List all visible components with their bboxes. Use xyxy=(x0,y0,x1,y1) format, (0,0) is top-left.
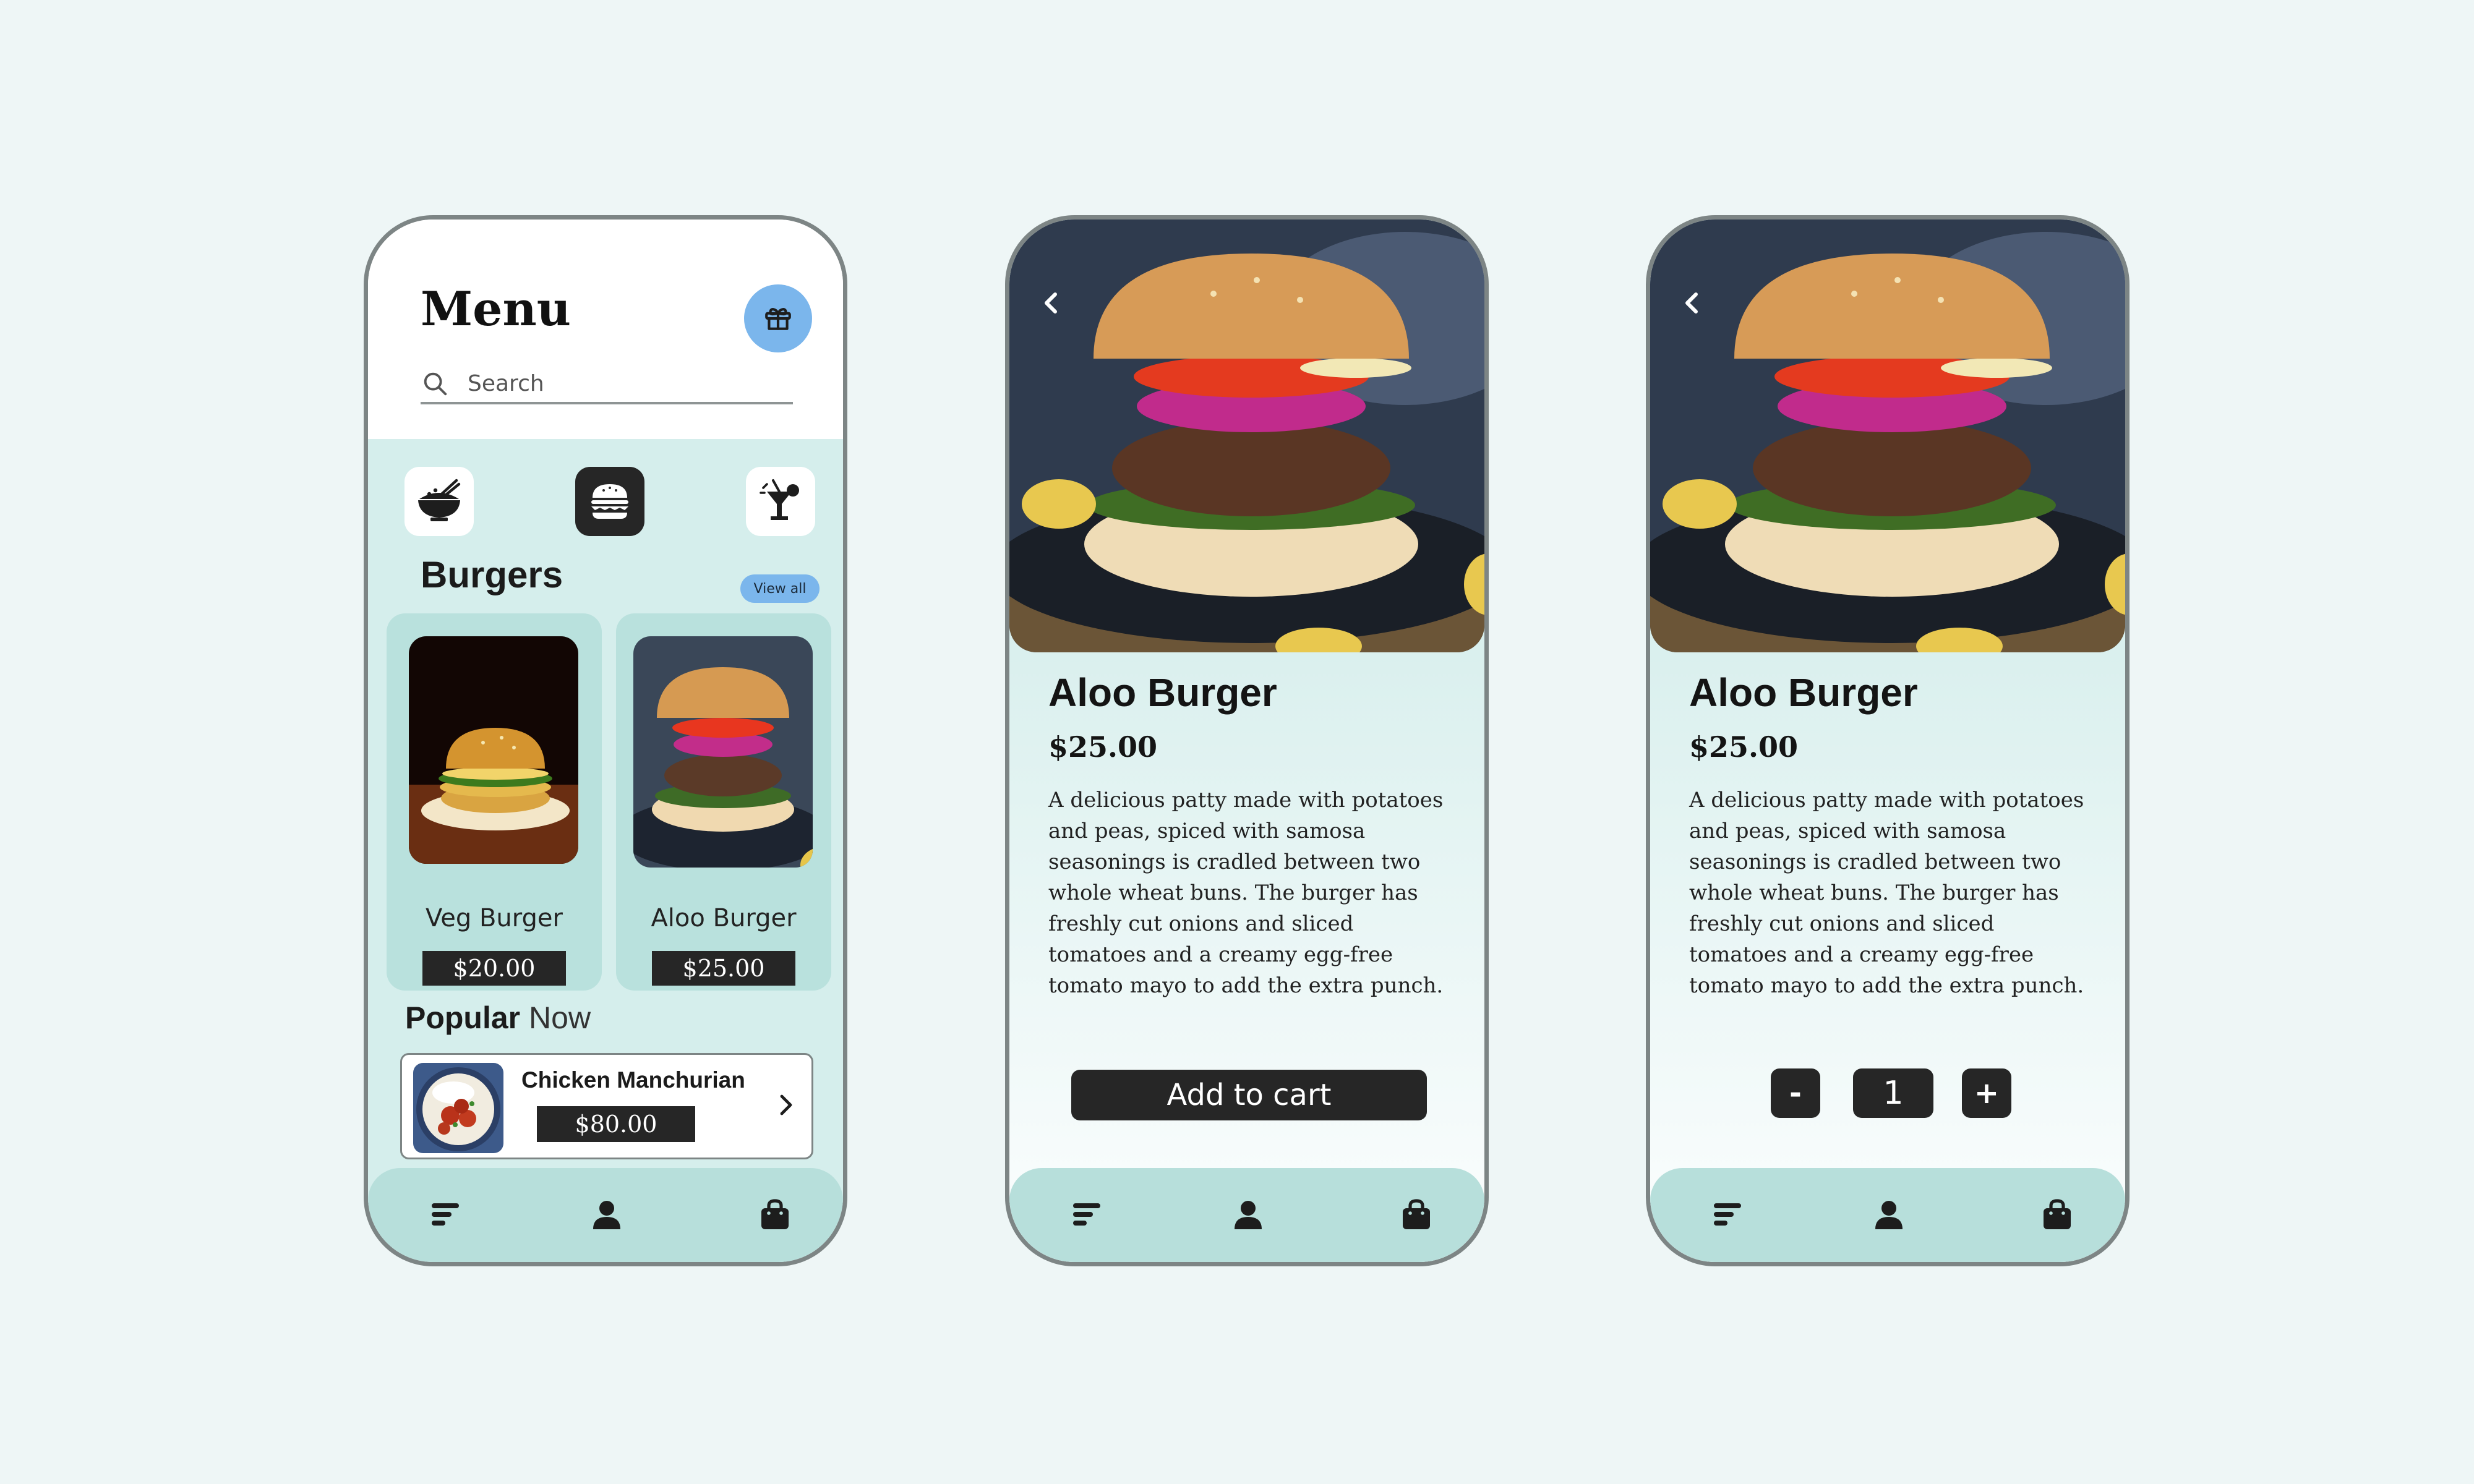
chicken-manchurian-image xyxy=(413,1063,503,1153)
view-all-button[interactable]: View all xyxy=(740,574,820,603)
product-name: Aloo Burger xyxy=(651,904,797,932)
gift-icon xyxy=(765,308,791,330)
page-title: Menu xyxy=(421,281,571,336)
menu-header: Menu xyxy=(368,220,843,439)
bottom-nav xyxy=(1650,1168,2125,1262)
bottom-nav xyxy=(1009,1168,1484,1262)
chevron-right-icon[interactable] xyxy=(773,1090,798,1120)
quantity-increase-button[interactable]: + xyxy=(1962,1068,2011,1118)
search-bar xyxy=(421,365,793,404)
nav-profile-button[interactable] xyxy=(1867,1193,1911,1236)
bottom-nav xyxy=(368,1168,843,1262)
product-detail-screen: Aloo Burger $25.00 A delicious patty mad… xyxy=(1005,215,1489,1266)
nav-menu-button[interactable] xyxy=(1707,1193,1750,1236)
nav-bag-button[interactable] xyxy=(753,1193,797,1236)
back-button[interactable] xyxy=(1027,278,1076,328)
veg-burger-image xyxy=(409,636,578,864)
rice-bowl-icon xyxy=(418,479,461,521)
nav-bag-button[interactable] xyxy=(1395,1193,1438,1236)
nav-profile-button[interactable] xyxy=(585,1193,628,1236)
profile-icon xyxy=(1875,1201,1903,1229)
drink-icon xyxy=(760,479,799,520)
product-price: $25.00 xyxy=(1689,730,1799,764)
shopping-bag-icon xyxy=(761,1199,789,1229)
product-title: Aloo Burger xyxy=(1048,670,1277,715)
shopping-bag-icon xyxy=(1403,1199,1430,1229)
profile-icon xyxy=(1235,1201,1262,1229)
search-icon xyxy=(424,372,447,396)
product-price: $25.00 xyxy=(652,951,795,986)
category-burgers[interactable] xyxy=(575,467,644,536)
category-drinks[interactable] xyxy=(746,467,815,536)
aloo-burger-image xyxy=(633,636,813,868)
product-title: Aloo Burger xyxy=(1689,670,1918,715)
popular-title: Popular Now xyxy=(405,1000,591,1035)
product-name: Veg Burger xyxy=(426,904,563,932)
product-price: $25.00 xyxy=(1048,730,1158,764)
nav-bag-button[interactable] xyxy=(2035,1193,2079,1236)
popular-item-price: $80.00 xyxy=(537,1106,695,1142)
burger-icon xyxy=(591,484,628,519)
menu-lines-icon xyxy=(432,1203,459,1226)
product-price: $20.00 xyxy=(422,951,566,986)
menu-lines-icon xyxy=(1073,1203,1100,1226)
chevron-left-icon xyxy=(1685,292,1698,313)
quantity-value: 1 xyxy=(1853,1068,1933,1118)
gift-button[interactable] xyxy=(744,284,812,352)
section-title: Burgers xyxy=(421,554,563,595)
product-card-veg-burger[interactable]: Veg Burger $20.00 xyxy=(387,613,602,991)
search-input[interactable] xyxy=(466,370,766,397)
product-card-aloo-burger[interactable]: Aloo Burger $25.00 xyxy=(616,613,831,991)
hero-image xyxy=(1650,220,2125,652)
product-description: A delicious patty made with potatoes and… xyxy=(1048,788,1444,998)
quantity-decrease-button[interactable]: - xyxy=(1771,1068,1820,1118)
nav-menu-button[interactable] xyxy=(425,1193,468,1236)
popular-item-name: Chicken Manchurian xyxy=(521,1067,745,1093)
nav-menu-button[interactable] xyxy=(1066,1193,1110,1236)
nav-profile-button[interactable] xyxy=(1226,1193,1270,1236)
add-to-cart-button[interactable]: Add to cart xyxy=(1071,1070,1427,1120)
menu-screen: Menu Search Burgers View all Veg Burger … xyxy=(364,215,847,1266)
hero-image xyxy=(1009,220,1484,652)
back-button[interactable] xyxy=(1667,278,1717,328)
product-description: A delicious patty made with potatoes and… xyxy=(1689,788,2084,998)
shopping-bag-icon xyxy=(2044,1199,2071,1229)
category-rice[interactable] xyxy=(404,467,474,536)
profile-icon xyxy=(593,1201,620,1229)
chevron-left-icon xyxy=(1045,292,1057,313)
menu-lines-icon xyxy=(1714,1203,1741,1226)
product-detail-quantity-screen: Aloo Burger $25.00 A delicious patty mad… xyxy=(1646,215,2129,1266)
popular-item-chicken-manchurian[interactable]: Chicken Manchurian $80.00 xyxy=(400,1053,813,1159)
